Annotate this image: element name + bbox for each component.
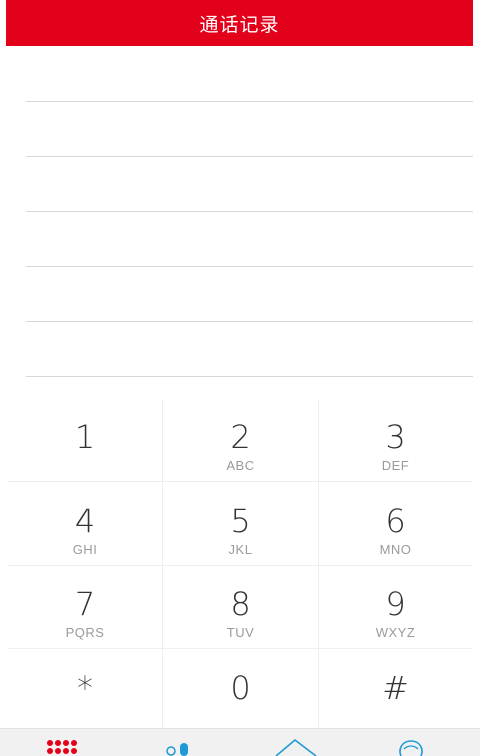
keypad-divider: [8, 648, 472, 649]
key-digit: 0: [230, 669, 251, 707]
tab-profile[interactable]: [360, 729, 480, 756]
key-letters: ABC: [226, 458, 255, 473]
key-digit: 9: [385, 585, 406, 623]
key-letters: MNO: [379, 542, 412, 557]
keypad-divider: [8, 481, 472, 482]
key-digit: #: [382, 669, 409, 707]
list-divider: [26, 156, 473, 157]
key-1[interactable]: 1: [8, 420, 162, 458]
key-digit: 7: [74, 585, 96, 623]
key-digit: 2: [230, 418, 251, 456]
key-letters: DEF: [381, 458, 410, 473]
list-divider: [26, 101, 473, 102]
title-bar: 通话记录: [6, 0, 473, 46]
tab-dialpad[interactable]: [0, 729, 120, 756]
contacts-icon: [166, 743, 188, 756]
profile-icon: [399, 740, 423, 756]
call-log-list[interactable]: [0, 46, 480, 380]
bottom-tab-bar: [0, 728, 480, 756]
key-letters: TUV: [226, 625, 255, 640]
list-divider: [26, 266, 473, 267]
dialpad: 1 2 ABC 3 DEF 4 GHI 5 JKL 6 MNO 7 PQRS 8…: [8, 400, 472, 735]
key-digit: 5: [230, 502, 251, 540]
key-7[interactable]: 7 PQRS: [8, 587, 162, 640]
key-3[interactable]: 3 DEF: [319, 420, 472, 473]
key-5[interactable]: 5 JKL: [163, 504, 318, 557]
key-9[interactable]: 9 WXYZ: [319, 587, 472, 640]
key-letters: JKL: [228, 542, 253, 557]
key-6[interactable]: 6 MNO: [319, 504, 472, 557]
key-8[interactable]: 8 TUV: [163, 587, 318, 640]
list-divider: [26, 211, 473, 212]
key-letters: PQRS: [65, 625, 105, 640]
key-2[interactable]: 2 ABC: [163, 420, 318, 473]
key-digit: 4: [74, 502, 96, 540]
key-4[interactable]: 4 GHI: [8, 504, 162, 557]
key-digit: 1: [74, 418, 96, 456]
keypad-divider: [8, 565, 472, 566]
home-icon: [275, 739, 317, 756]
list-divider: [26, 321, 473, 322]
key-digit: 3: [385, 418, 406, 456]
key-hash[interactable]: #: [319, 671, 472, 705]
tab-contacts[interactable]: [120, 729, 240, 756]
dialpad-icon: [47, 740, 77, 754]
key-digit: 6: [385, 502, 406, 540]
key-0[interactable]: 0: [163, 671, 318, 705]
key-letters: WXYZ: [375, 625, 416, 640]
key-letters: GHI: [72, 542, 98, 557]
key-digit: 8: [230, 585, 251, 623]
tab-home[interactable]: [240, 729, 360, 756]
list-divider: [26, 376, 473, 377]
page-title: 通话记录: [199, 13, 280, 36]
key-star[interactable]: *: [8, 671, 162, 705]
key-digit: *: [77, 669, 93, 707]
